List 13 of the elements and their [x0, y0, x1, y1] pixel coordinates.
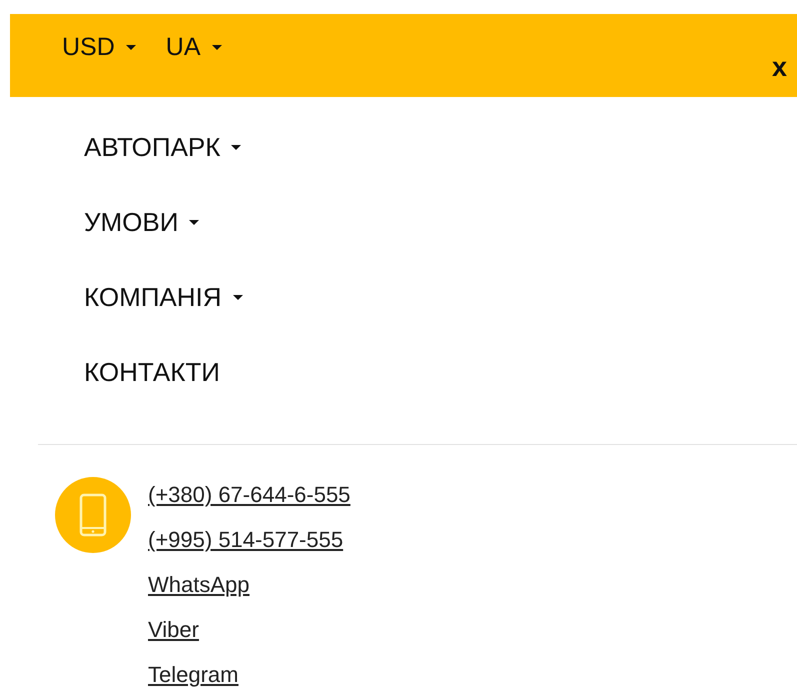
- contact-link[interactable]: Telegram: [148, 662, 238, 688]
- contact-link[interactable]: Viber: [148, 617, 199, 643]
- contact-link[interactable]: (+995) 514-577-555: [148, 527, 344, 553]
- menu-dropdown[interactable]: АВТОПАРК: [84, 110, 242, 185]
- menu-link[interactable]: КОНТАКТИ: [84, 335, 220, 410]
- phone-icon: [55, 477, 131, 553]
- dropdown-toggle[interactable]: UA: [166, 33, 222, 62]
- contact-link[interactable]: WhatsApp: [148, 572, 250, 598]
- close-button[interactable]: x: [768, 54, 797, 81]
- menu-dropdown[interactable]: УМОВИ: [84, 185, 200, 260]
- dropdown-toggle[interactable]: USD: [62, 33, 136, 62]
- menu-dropdown[interactable]: КОМПАНІЯ: [84, 260, 243, 335]
- contact-link[interactable]: (+380) 67-644-6-555: [148, 482, 350, 508]
